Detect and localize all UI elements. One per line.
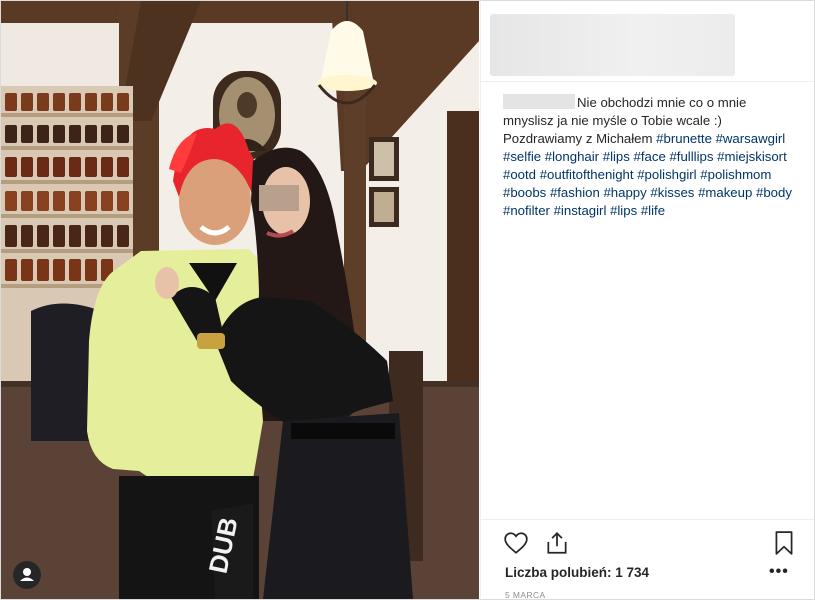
hashtag-link[interactable]: #kisses — [650, 185, 694, 200]
hashtag-link[interactable]: #makeup — [698, 185, 752, 200]
hashtag-link[interactable]: #happy — [603, 185, 646, 200]
author-header-redacted — [490, 14, 735, 76]
hashtag-link[interactable]: #polishmom — [700, 167, 771, 182]
post-caption: Nie obchodzi mnie co o mnie mnyslisz ja … — [503, 94, 793, 220]
hashtag-link[interactable]: #boobs — [503, 185, 546, 200]
post-modal: DUB Nie obchodzi mnie co o mnie mnyslisz… — [0, 0, 815, 600]
likes-count[interactable]: Liczba polubień: 1 734 — [505, 565, 649, 580]
hashtag-link[interactable]: #ootd — [503, 167, 536, 182]
post-sidebar: Nie obchodzi mnie co o mnie mnyslisz ja … — [480, 1, 814, 599]
hashtag-link[interactable]: #lips — [610, 203, 637, 218]
hashtag-link[interactable]: #instagirl — [554, 203, 607, 218]
hashtag-link[interactable]: #longhair — [545, 149, 599, 164]
post-photo[interactable]: DUB — [1, 1, 479, 599]
hashtag-link[interactable]: #fashion — [550, 185, 600, 200]
user-icon — [20, 568, 34, 581]
post-date[interactable]: 5 MARCA — [505, 590, 546, 599]
hashtag-link[interactable]: #body — [756, 185, 792, 200]
share-icon — [547, 532, 567, 554]
user-tag-button[interactable] — [13, 561, 41, 589]
divider — [481, 519, 814, 520]
hashtag-link[interactable]: #warsawgirl — [716, 131, 786, 146]
like-button[interactable] — [503, 530, 529, 556]
divider — [481, 81, 814, 82]
more-options-button[interactable]: ••• — [769, 564, 791, 583]
bookmark-icon — [775, 531, 793, 555]
hashtag-link[interactable]: #face — [634, 149, 666, 164]
hashtag-link[interactable]: #nofilter — [503, 203, 550, 218]
save-button[interactable] — [771, 530, 797, 556]
hashtag-link[interactable]: #life — [641, 203, 665, 218]
photo-scene: DUB — [1, 1, 479, 599]
hashtag-link[interactable]: #lips — [603, 149, 630, 164]
share-button[interactable] — [544, 530, 570, 556]
hashtag-link[interactable]: #fulllips — [669, 149, 713, 164]
hashtag-link[interactable]: #selfie — [503, 149, 541, 164]
hashtag-link[interactable]: #miejskisort — [717, 149, 787, 164]
heart-outline-icon — [504, 532, 528, 554]
hashtag-link[interactable]: #brunette — [656, 131, 712, 146]
hashtag-link[interactable]: #polishgirl — [637, 167, 696, 182]
author-name-redacted — [503, 94, 575, 109]
hashtag-link[interactable]: #outfitofthenight — [540, 167, 634, 182]
